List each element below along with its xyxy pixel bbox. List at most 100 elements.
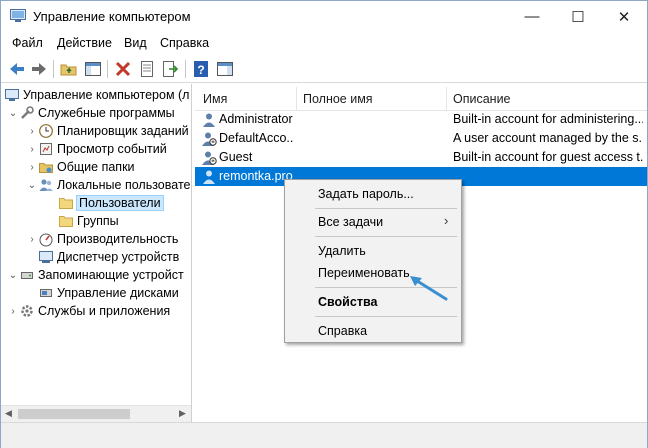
list-row-defaultaccount[interactable]: DefaultAcco... A user account managed by… [195,129,647,148]
menu-item-all-tasks[interactable]: Все задачи › [286,211,460,233]
list-row-guest[interactable]: Guest Built-in account for guest access … [195,148,647,167]
menu-item-label: Удалить [318,244,366,258]
maximize-button[interactable]: ☐ [555,1,601,32]
disabled-user-icon [201,150,217,165]
window-title: Управление компьютером [33,9,191,24]
menu-item-set-password[interactable]: Задать пароль... [286,183,460,205]
performance-icon [38,231,54,247]
tree-item-computer-management[interactable]: Управление компьютером (л [4,86,189,104]
chevron-right-icon[interactable]: › [26,162,38,173]
user-description: A user account managed by the s... [453,131,643,145]
user-icon [201,112,217,127]
column-header-description[interactable]: Описание [453,92,511,106]
tree-item-label: Пользователи [76,195,164,211]
back-icon[interactable] [7,59,27,79]
toolbar-separator [185,60,186,78]
delete-icon[interactable] [113,59,133,79]
toolbar-separator [53,60,54,78]
tree-item-task-scheduler[interactable]: › Планировщик заданий [26,122,188,140]
folder-icon [58,213,74,229]
tree-item-label: Запоминающие устройст [38,268,184,282]
shared-folders-icon [38,159,54,175]
user-name: DefaultAcco... [219,131,294,145]
chevron-down-icon[interactable]: ⌄ [7,270,19,281]
up-folder-icon[interactable] [59,59,79,79]
title-bar: Управление компьютером — ☐ ✕ [1,1,647,32]
tree-item-event-viewer[interactable]: › Просмотр событий [26,140,166,158]
menu-item-delete[interactable]: Удалить [286,240,460,262]
user-description: Built-in account for administering... [453,112,643,126]
tree-item-label: Производительность [57,232,179,246]
chevron-right-icon[interactable]: › [7,306,19,317]
tree-item-groups[interactable]: Группы [58,212,119,230]
scroll-left-icon[interactable]: ◀ [5,408,12,419]
menu-separator [315,208,457,209]
users-icon [38,177,54,193]
user-icon [201,169,217,184]
show-action-pane-icon[interactable] [215,59,235,79]
help-icon[interactable]: ? [191,59,211,79]
chevron-right-icon[interactable]: › [26,234,38,245]
tree-item-label: Службы и приложения [38,304,171,318]
menu-item-help[interactable]: Справка [286,320,460,342]
svg-text:?: ? [197,63,204,77]
forward-icon[interactable] [29,59,49,79]
list-header: Имя Полное имя Описание [195,87,647,111]
tree-item-label: Группы [77,214,119,228]
computer-management-window: Управление компьютером — ☐ ✕ Файл Действ… [0,0,648,448]
column-divider[interactable] [446,87,447,111]
tree-item-storage[interactable]: ⌄ Запоминающие устройст [7,266,184,284]
tree-item-device-manager[interactable]: Диспетчер устройств [38,248,179,266]
status-bar [1,422,647,448]
tree-item-label: Общие папки [57,160,135,174]
tree-item-label: Управление компьютером (л [23,88,190,102]
device-manager-icon [38,249,54,265]
computer-management-icon [10,9,26,23]
tree-item-disk-management[interactable]: Управление дисками [38,284,179,302]
scrollbar-thumb[interactable] [18,409,130,419]
show-hide-tree-icon[interactable] [83,59,103,79]
toolbar-separator [107,60,108,78]
scroll-right-icon[interactable]: ▶ [179,408,186,419]
tree-item-system-tools[interactable]: ⌄ Служебные программы [7,104,175,122]
tree-item-shared-folders[interactable]: › Общие папки [26,158,135,176]
clock-icon [38,123,54,139]
export-icon[interactable] [160,59,180,79]
disk-icon [38,285,54,301]
user-name: Administrator [219,112,293,126]
context-menu: Задать пароль... Все задачи › Удалить Пе… [284,179,462,343]
minimize-button[interactable]: — [509,1,555,32]
tree-item-users[interactable]: Пользователи [58,194,164,212]
tree-item-services[interactable]: › Службы и приложения [7,302,170,320]
tools-icon [19,105,35,121]
tree-item-performance[interactable]: › Производительность [26,230,178,248]
services-icon [19,303,35,319]
submenu-arrow-icon: › [444,213,449,228]
folder-icon [58,195,74,211]
chevron-down-icon[interactable]: ⌄ [7,108,19,119]
tree-item-label: Управление дисками [57,286,179,300]
properties-icon[interactable] [137,59,157,79]
menu-item-label: Свойства [318,295,378,309]
menu-view[interactable]: Вид [124,36,147,50]
menu-separator [315,316,457,317]
horizontal-scrollbar[interactable]: ◀ ▶ [1,405,191,422]
chevron-right-icon[interactable]: › [26,144,38,155]
column-header-full-name[interactable]: Полное имя [303,92,373,106]
menu-item-label: Все задачи [318,215,384,229]
menu-item-label: Переименовать [318,266,410,280]
menu-file[interactable]: Файл [12,36,43,50]
tree-item-label: Диспетчер устройств [57,250,180,264]
list-row-administrator[interactable]: Administrator Built-in account for admin… [195,110,647,129]
menu-item-label: Справка [318,324,368,338]
close-button[interactable]: ✕ [601,1,647,32]
chevron-right-icon[interactable]: › [26,126,38,137]
menu-help[interactable]: Справка [160,36,209,50]
menu-action[interactable]: Действие [57,36,112,50]
chevron-down-icon[interactable]: ⌄ [26,180,38,191]
tree-item-local-users[interactable]: ⌄ Локальные пользовате [26,176,191,194]
menu-bar: Файл Действие Вид Справка [1,33,647,55]
annotation-arrow-icon [410,276,448,301]
column-header-name[interactable]: Имя [203,92,227,106]
column-divider[interactable] [296,87,297,111]
